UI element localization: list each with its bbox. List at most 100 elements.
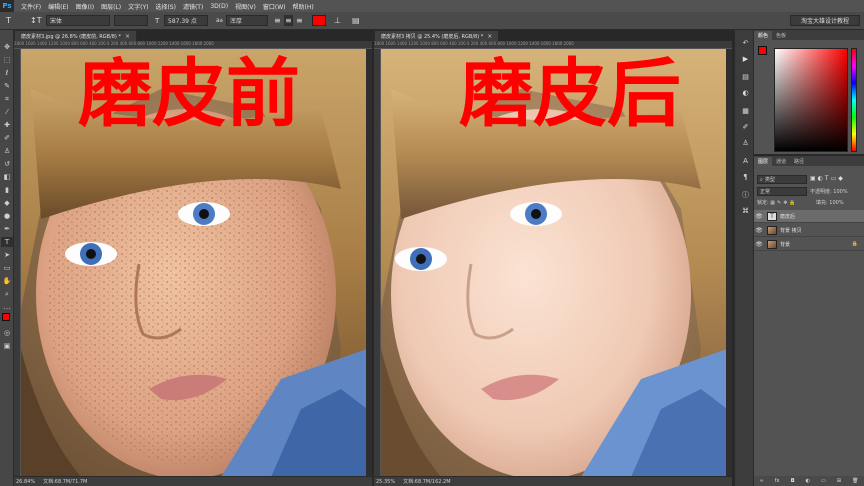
color-picker-field[interactable] (774, 48, 848, 152)
eraser-tool-icon[interactable]: ◧ (1, 172, 13, 182)
rectangle-tool-icon[interactable]: ▭ (1, 263, 13, 273)
history-icon[interactable]: ↶ (740, 38, 751, 48)
type-tool-icon[interactable]: T (1, 237, 13, 247)
move-tool-icon[interactable]: ✥ (1, 42, 13, 52)
adjustments-icon[interactable]: ◐ (740, 88, 751, 98)
close-icon[interactable]: × (125, 33, 130, 40)
folder-icon[interactable]: ▭ (821, 478, 826, 484)
lock-icon[interactable]: 🔒 (852, 241, 858, 247)
layer-row-background[interactable]: 👁 背景 🔒 (754, 238, 864, 251)
character-icon[interactable]: A (740, 156, 751, 166)
menu-filter[interactable]: 滤镜(T) (183, 2, 203, 11)
menu-select[interactable]: 选择(S) (155, 2, 176, 11)
layer-filter-select[interactable]: ⌕ 类型 (757, 175, 807, 184)
text-tool-preset-icon[interactable]: T (6, 15, 11, 26)
close-icon[interactable]: × (487, 33, 492, 40)
fill-field[interactable]: 100% (829, 200, 843, 206)
doc-tab-before[interactable]: 磨皮素材3.jpg @ 26.8% (磨皮前, RGB/8) * × (14, 30, 138, 41)
more-tools-icon[interactable]: … (1, 302, 13, 312)
doc-tab-after[interactable]: 磨皮素材3 拷贝 @ 25.4% (磨皮后, RGB/8) * × (374, 30, 500, 41)
pen-tool-icon[interactable]: ✒ (1, 224, 13, 234)
menu-type[interactable]: 文字(Y) (128, 2, 148, 11)
lock-icons[interactable]: ▦✎✥🔒 (770, 200, 797, 206)
overlay-title-after[interactable]: 磨皮后 (459, 57, 681, 131)
foreground-color-swatch[interactable] (2, 313, 10, 321)
link-icon[interactable]: ∞ (760, 478, 764, 484)
canvas-after[interactable]: 磨皮后 (381, 49, 727, 477)
quick-mask-icon[interactable]: ◎ (1, 328, 13, 338)
layer-row-text[interactable]: 👁 T 磨皮后 (754, 210, 864, 223)
blend-mode-select[interactable]: 正常 (757, 187, 807, 196)
actions-icon[interactable]: ▶ (740, 54, 751, 64)
mask-icon[interactable]: ◘ (791, 478, 795, 484)
antialias-select[interactable]: 浑厚 (226, 15, 268, 26)
gradient-tool-icon[interactable]: ▮ (1, 185, 13, 195)
trash-icon[interactable]: 🗑 (852, 478, 858, 484)
layer-row-background-copy[interactable]: 👁 背景 拷贝 (754, 224, 864, 237)
info-icon[interactable]: ⓘ (740, 190, 751, 200)
glyphs-icon[interactable]: ⌘ (740, 206, 751, 216)
menu-file[interactable]: 文件(F) (21, 2, 41, 11)
paragraph-icon[interactable]: ¶ (740, 172, 751, 182)
menu-edit[interactable]: 编辑(E) (48, 2, 68, 11)
tab-channels[interactable]: 通道 (772, 157, 790, 166)
menu-layer[interactable]: 图层(L) (101, 2, 121, 11)
crop-tool-icon[interactable]: ⌗ (1, 94, 13, 104)
text-orientation-icon[interactable]: ↕T (30, 15, 42, 26)
brush-presets-icon[interactable]: ✐ (740, 122, 751, 132)
align-center-icon[interactable]: ≡ (284, 15, 293, 26)
clone-stamp-tool-icon[interactable]: ♙ (1, 146, 13, 156)
tab-paths[interactable]: 路径 (790, 157, 808, 166)
libraries-icon[interactable]: ▦ (740, 106, 751, 116)
visibility-eye-icon[interactable]: 👁 (754, 213, 764, 220)
font-style-select[interactable] (114, 15, 148, 26)
warp-text-icon[interactable]: ⊥ (334, 15, 341, 26)
eyedropper-tool-icon[interactable]: ⁄ (1, 107, 13, 117)
menu-3d[interactable]: 3D(D) (210, 3, 228, 10)
adjust-icon[interactable]: ◐ (806, 478, 810, 484)
font-size-field[interactable]: 587.39 点 (164, 15, 208, 26)
zoom-tool-icon[interactable]: ⌕ (1, 289, 13, 299)
photoshop-logo-icon[interactable]: Ps (0, 0, 14, 12)
visibility-eye-icon[interactable]: 👁 (754, 241, 764, 248)
vertical-scrollbar[interactable] (366, 49, 372, 477)
character-panel-icon[interactable]: ▤ (352, 15, 360, 26)
overlay-title-before[interactable]: 磨皮前 (78, 57, 300, 131)
screen-mode-icon[interactable]: ▣ (1, 341, 13, 351)
menu-window[interactable]: 窗口(W) (263, 2, 286, 11)
brush-tool-icon[interactable]: ✐ (1, 133, 13, 143)
menu-image[interactable]: 图像(I) (76, 2, 94, 11)
quick-select-tool-icon[interactable]: ✎ (1, 81, 13, 91)
new-layer-icon[interactable]: ⊞ (837, 478, 841, 484)
lasso-tool-icon[interactable]: ℓ (1, 68, 13, 78)
fx-icon[interactable]: fx (775, 478, 780, 484)
vertical-scrollbar[interactable] (726, 49, 732, 477)
properties-icon[interactable]: ▤ (740, 72, 751, 82)
panel-foreground-swatch[interactable] (758, 46, 767, 55)
history-brush-tool-icon[interactable]: ↺ (1, 159, 13, 169)
hand-tool-icon[interactable]: ✋ (1, 276, 13, 286)
visibility-eye-icon[interactable]: 👁 (754, 227, 764, 234)
font-family-select[interactable]: 宋体 (46, 15, 110, 26)
align-left-icon[interactable]: ≡ (274, 15, 281, 26)
healing-brush-tool-icon[interactable]: ✚ (1, 120, 13, 130)
layer-filter-icons[interactable]: ▣◐T▭◆ (810, 175, 864, 182)
zoom-level[interactable]: 25.35% (376, 479, 395, 485)
hue-slider[interactable] (851, 48, 857, 152)
menu-help[interactable]: 帮助(H) (293, 2, 314, 11)
align-right-icon[interactable]: ≡ (296, 15, 303, 26)
zoom-level[interactable]: 26.84% (16, 479, 35, 485)
canvas-before[interactable]: 磨皮前 (21, 49, 367, 477)
blur-tool-icon[interactable]: ◆ (1, 198, 13, 208)
tab-swatches[interactable]: 色板 (772, 31, 790, 40)
tab-color[interactable]: 颜色 (754, 31, 773, 40)
text-color-swatch[interactable] (312, 15, 326, 26)
opacity-field[interactable]: 100% (833, 189, 847, 195)
marquee-tool-icon[interactable]: ⬚ (1, 55, 13, 65)
menu-view[interactable]: 视图(V) (235, 2, 256, 11)
workspace-select[interactable]: 淘宝大雄设计教程 (790, 15, 860, 26)
path-selection-tool-icon[interactable]: ➤ (1, 250, 13, 260)
clone-source-icon[interactable]: ♙ (740, 138, 751, 148)
dodge-tool-icon[interactable]: ● (1, 211, 13, 221)
tab-layers[interactable]: 图层 (754, 157, 773, 166)
